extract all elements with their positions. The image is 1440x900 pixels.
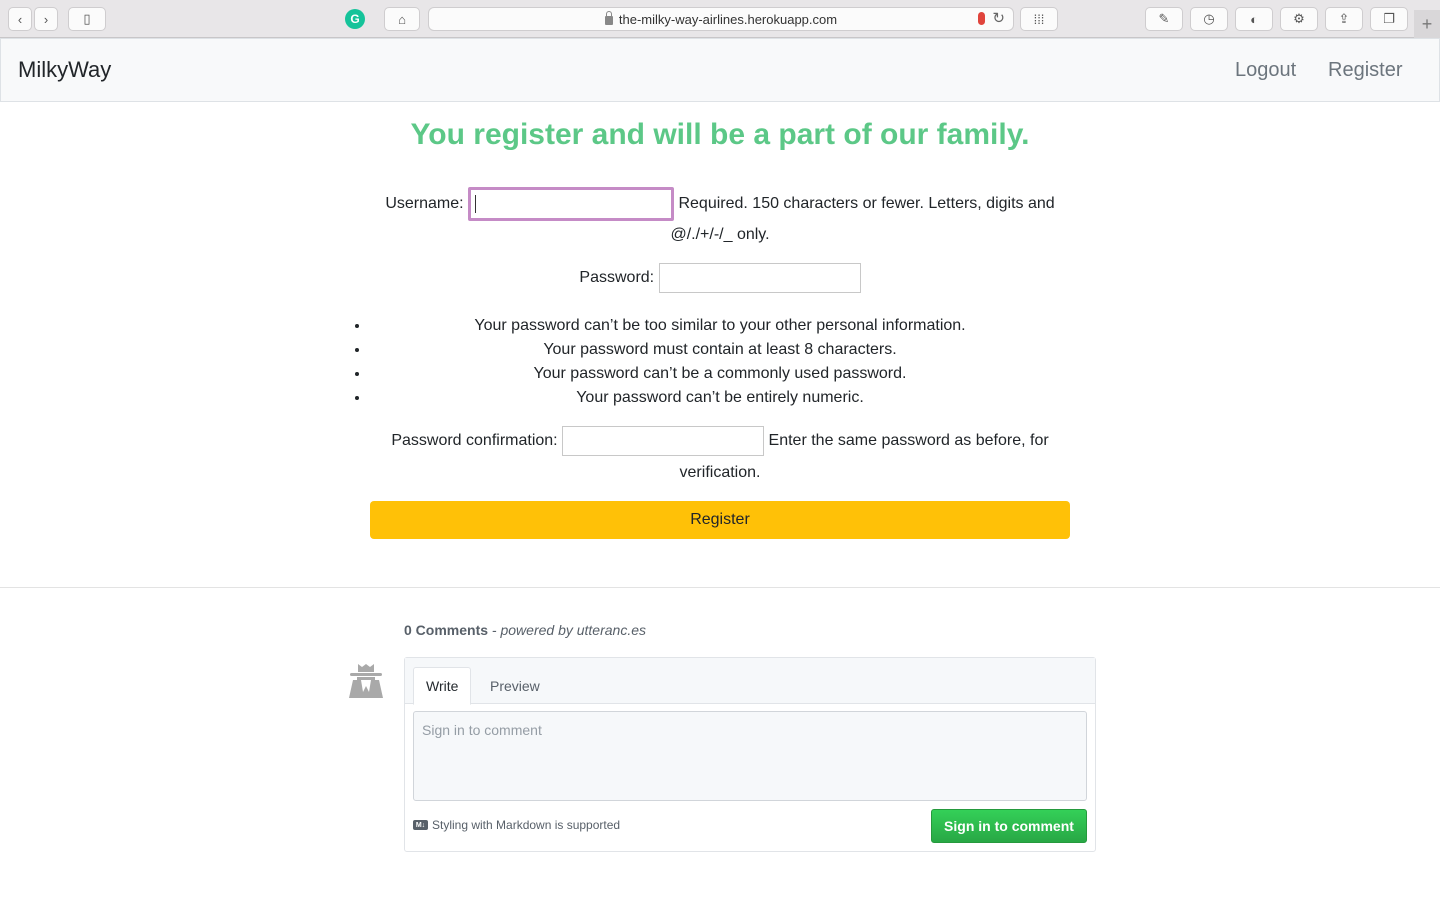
confirm-help: Enter the same password as before, for: [768, 432, 1049, 449]
comment-tabs: Write Preview: [405, 658, 1095, 705]
username-help: Required. 150 characters or fewer. Lette…: [678, 195, 1055, 213]
privacy-shield-icon[interactable]: ◐: [1235, 7, 1273, 31]
confirm-help-continued: verification.: [679, 464, 761, 481]
username-help-continued: @/./+/-/_ only.: [670, 226, 770, 243]
password-label: Password:: [579, 269, 655, 286]
confirm-label: Password confirmation:: [391, 432, 558, 449]
forward-icon[interactable]: ›: [34, 7, 58, 31]
divider: [0, 587, 1440, 588]
nav-register-link[interactable]: Register: [1328, 59, 1402, 82]
powered-by-link[interactable]: - powered by utteranc.es: [488, 622, 646, 638]
site-navbar: MilkyWay Logout Register: [0, 38, 1440, 102]
markdown-note[interactable]: M↓ Styling with Markdown is supported: [413, 818, 620, 832]
grammarly-icon[interactable]: G: [345, 9, 365, 29]
password-confirm-input[interactable]: [562, 425, 765, 456]
markdown-icon: M↓: [413, 820, 428, 830]
password-rule: Your password must contain at least 8 ch…: [370, 338, 1070, 362]
username-row: Username: Required. 150 characters or fe…: [0, 187, 1440, 221]
annotate-icon[interactable]: ✎: [1145, 7, 1183, 31]
brand-logo[interactable]: MilkyWay: [18, 57, 111, 83]
username-label: Username:: [385, 195, 464, 213]
settings-gear-icon[interactable]: ⚙: [1280, 7, 1318, 31]
history-icon[interactable]: ◷: [1190, 7, 1228, 31]
password-rule: Your password can’t be a commonly used p…: [370, 362, 1070, 386]
browser-toolbar: ‹ › ▯ G ⌂ the-milky-way-airlines.herokua…: [0, 0, 1440, 38]
sign-in-to-comment-button[interactable]: Sign in to comment: [931, 809, 1087, 843]
username-input[interactable]: [468, 187, 675, 221]
lock-icon: [604, 10, 613, 25]
password-rule: Your password can’t be entirely numeric.: [370, 386, 1070, 410]
share-icon[interactable]: ⇪: [1325, 7, 1363, 31]
url-text: the-milky-way-airlines.herokuapp.com: [618, 11, 838, 27]
comments-header: 0 Comments - powered by utteranc.es: [404, 622, 646, 638]
comment-box: Write Preview Sign in to comment M↓ Styl…: [404, 657, 1096, 852]
page-title: You register and will be a part of our f…: [410, 118, 1030, 151]
tab-write[interactable]: Write: [413, 667, 472, 705]
nav-logout-link[interactable]: Logout: [1235, 59, 1296, 82]
markdown-note-text: Styling with Markdown is supported: [432, 818, 621, 832]
password-rules-list: Your password can’t be too similar to yo…: [370, 314, 1070, 410]
password-row: Password:: [0, 262, 1440, 294]
password-input[interactable]: [658, 262, 861, 293]
confirm-row: Password confirmation: Enter the same pa…: [0, 425, 1440, 457]
tab-preview[interactable]: Preview: [478, 667, 552, 704]
password-rule: Your password can’t be too similar to yo…: [370, 314, 1070, 338]
microphone-icon[interactable]: [978, 12, 985, 25]
comment-textarea[interactable]: Sign in to comment: [413, 711, 1087, 801]
new-tab-icon[interactable]: +: [1414, 10, 1440, 38]
apps-grid-icon[interactable]: ⁞⁞⁞: [1020, 7, 1058, 31]
sidebar-icon[interactable]: ▯: [68, 7, 106, 31]
back-icon[interactable]: ‹: [8, 7, 32, 31]
address-bar[interactable]: the-milky-way-airlines.herokuapp.com ↻: [428, 7, 1014, 31]
anonymous-avatar-icon: [349, 664, 383, 698]
tabs-overview-icon[interactable]: ❐: [1370, 7, 1408, 31]
home-icon[interactable]: ⌂: [384, 7, 420, 31]
reload-icon[interactable]: ↻: [992, 9, 1005, 27]
comment-count: 0 Comments: [404, 622, 489, 638]
register-submit-button[interactable]: Register: [370, 501, 1070, 539]
